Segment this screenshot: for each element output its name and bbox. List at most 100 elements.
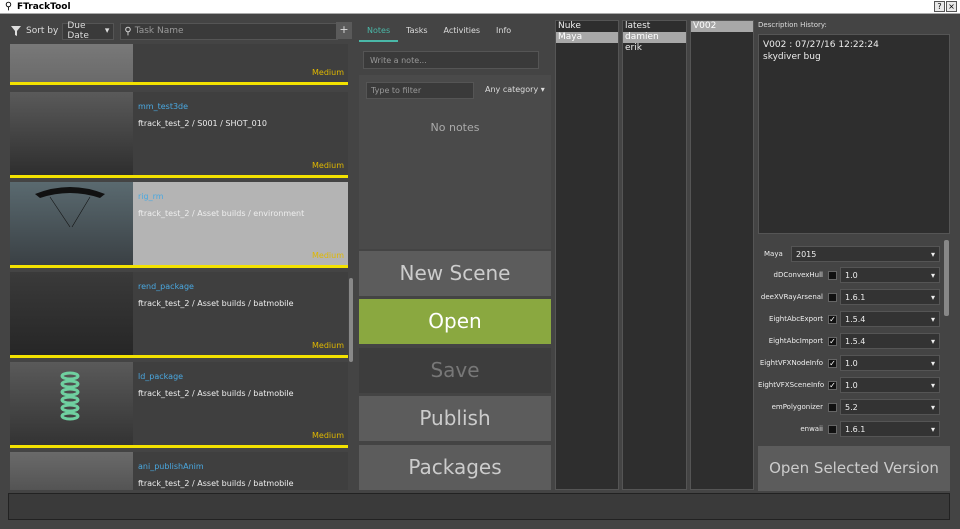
plugin-version-dropdown[interactable]: 5.2 ▾ (840, 399, 940, 415)
tab-tasks[interactable]: Tasks (398, 20, 435, 42)
notes-body: Type to filter Any category ▾ No notes (359, 75, 551, 249)
plugin-checkbox[interactable] (828, 402, 837, 412)
chevron-down-icon: ▾ (104, 26, 110, 36)
category-value: Any category (485, 85, 539, 94)
user-list: latest damien erik (622, 20, 687, 490)
plugin-list-scrollbar[interactable] (944, 240, 949, 316)
task-item[interactable]: Medium (10, 44, 348, 85)
maya-version: 2015 (796, 249, 817, 259)
sort-label: Sort by (26, 26, 59, 36)
plugin-version: 5.2 (845, 402, 858, 412)
plugin-name: EightVFXNodeInfo (759, 359, 823, 367)
note-filter-input[interactable]: Type to filter (366, 82, 474, 99)
add-button[interactable]: + (336, 22, 352, 39)
task-priority: Medium (312, 431, 344, 440)
chevron-down-icon: ▾ (930, 402, 935, 412)
task-item[interactable]: ani_publishAnim ftrack_test_2 / Asset bu… (10, 452, 348, 490)
open-selected-version-button[interactable]: Open Selected Version (758, 446, 950, 491)
tab-info[interactable]: Info (488, 20, 519, 42)
app-icon: ⚲ (4, 1, 13, 12)
notes-tabs: Notes Tasks Activities Info (359, 20, 551, 42)
task-name: ani_publishAnim (138, 462, 204, 471)
new-scene-button[interactable]: New Scene (359, 251, 551, 296)
task-name: rig_rm (138, 192, 164, 201)
task-priority: Medium (312, 251, 344, 260)
plugin-list: Maya 2015 ▾ dDConvexHull 1.0 ▾ deeXVRayAr… (758, 243, 948, 439)
plugin-version-dropdown[interactable]: 1.0 ▾ (840, 355, 940, 371)
publish-button[interactable]: Publish (359, 396, 551, 441)
plugin-name: deeXVRayArsenal (760, 293, 823, 301)
task-name: mm_test3de (138, 102, 189, 111)
user-item-selected[interactable]: damien (623, 32, 686, 43)
task-priority: Medium (312, 68, 344, 77)
task-list-scrollbar[interactable] (349, 278, 353, 362)
maya-version-dropdown[interactable]: 2015 ▾ (791, 246, 940, 262)
plugin-checkbox[interactable] (828, 270, 837, 280)
plugin-version: 1.5.4 (845, 336, 866, 346)
tab-notes[interactable]: Notes (359, 20, 399, 42)
chevron-down-icon: ▾ (930, 270, 935, 280)
task-name: rend_package (138, 282, 194, 291)
plugin-checkbox[interactable]: ✓ (828, 380, 837, 390)
status-bar (8, 493, 950, 520)
plugin-version-dropdown[interactable]: 1.0 ▾ (840, 377, 940, 393)
app-item[interactable]: Nuke (556, 21, 618, 32)
note-input[interactable]: Write a note... (363, 51, 539, 69)
plugin-checkbox[interactable]: ✓ (828, 358, 837, 368)
plugin-version: 1.0 (845, 358, 858, 368)
task-item[interactable]: mm_test3de ftrack_test_2 / S001 / SHOT_0… (10, 92, 348, 178)
task-item[interactable]: ld_package ftrack_test_2 / Asset builds … (10, 362, 348, 448)
task-thumbnail (10, 272, 133, 355)
filter-icon[interactable] (10, 25, 22, 37)
plugin-version-dropdown[interactable]: 1.0 ▾ (840, 267, 940, 283)
task-list: Medium mm_test3de ftrack_test_2 / S001 /… (7, 44, 349, 490)
chevron-down-icon: ▾ (930, 380, 935, 390)
description-line: skydiver bug (763, 52, 821, 62)
task-path: ftrack_test_2 / S001 / SHOT_010 (138, 119, 267, 128)
task-path: ftrack_test_2 / Asset builds / batmobile (138, 299, 294, 308)
plugin-version: 1.6.1 (845, 424, 866, 434)
app-item-selected[interactable]: Maya (556, 32, 618, 43)
plugin-checkbox[interactable]: ✓ (828, 336, 837, 346)
packages-button[interactable]: Packages (359, 445, 551, 490)
chevron-down-icon: ▾ (930, 314, 935, 324)
task-priority: Medium (312, 161, 344, 170)
open-button[interactable]: Open (359, 299, 551, 344)
task-panel: Sort by Due Date ▾ ⚲ Task Name + Medium … (7, 20, 353, 490)
plugin-version-dropdown[interactable]: 1.6.1 ▾ (840, 289, 940, 305)
task-item[interactable]: rend_package ftrack_test_2 / Asset build… (10, 272, 348, 358)
notes-panel: Notes Tasks Activities Info Write a note… (359, 20, 551, 490)
save-button[interactable]: Save (359, 348, 551, 393)
version-item-selected[interactable]: V002 (691, 21, 753, 32)
window-title: FTrackTool (17, 1, 71, 12)
tab-activities[interactable]: Activities (436, 20, 489, 42)
help-button[interactable]: ? (934, 1, 945, 12)
user-item[interactable]: latest (623, 21, 686, 32)
plugin-row: emPolygonizer 5.2 ▾ (758, 398, 940, 416)
description-label: Description History: (758, 21, 827, 29)
search-icon: ⚲ (124, 25, 132, 37)
plugin-version-dropdown[interactable]: 1.5.4 ▾ (840, 311, 940, 327)
plugin-name: dDConvexHull (773, 271, 824, 279)
plugin-version-dropdown[interactable]: 1.5.4 ▾ (840, 333, 940, 349)
plugin-row: deeXVRayArsenal 1.6.1 ▾ (758, 288, 940, 306)
plugin-row: EightVFXNodeInfo ✓ 1.0 ▾ (758, 354, 940, 372)
category-dropdown[interactable]: Any category ▾ (485, 85, 545, 94)
task-name: ld_package (138, 372, 184, 381)
plugin-version: 1.6.1 (845, 292, 866, 302)
app-list: Nuke Maya (555, 20, 619, 490)
plugin-checkbox[interactable] (828, 424, 837, 434)
sort-dropdown[interactable]: Due Date ▾ (62, 21, 115, 41)
close-button[interactable]: × (946, 1, 957, 12)
task-item-selected[interactable]: rig_rm ftrack_test_2 / Asset builds / en… (10, 182, 348, 268)
plugin-name: EightVFXSceneInfo (758, 381, 825, 389)
plugin-checkbox[interactable] (828, 292, 837, 302)
task-search-input[interactable]: ⚲ Task Name (120, 22, 339, 40)
plugin-row: EightAbcImport ✓ 1.5.4 ▾ (758, 332, 940, 350)
task-thumbnail (10, 362, 133, 445)
plugin-name: enwaii (800, 425, 823, 433)
plugin-version: 1.0 (845, 380, 858, 390)
user-item[interactable]: erik (623, 43, 686, 54)
plugin-version-dropdown[interactable]: 1.6.1 ▾ (840, 421, 940, 437)
plugin-checkbox[interactable]: ✓ (828, 314, 837, 324)
